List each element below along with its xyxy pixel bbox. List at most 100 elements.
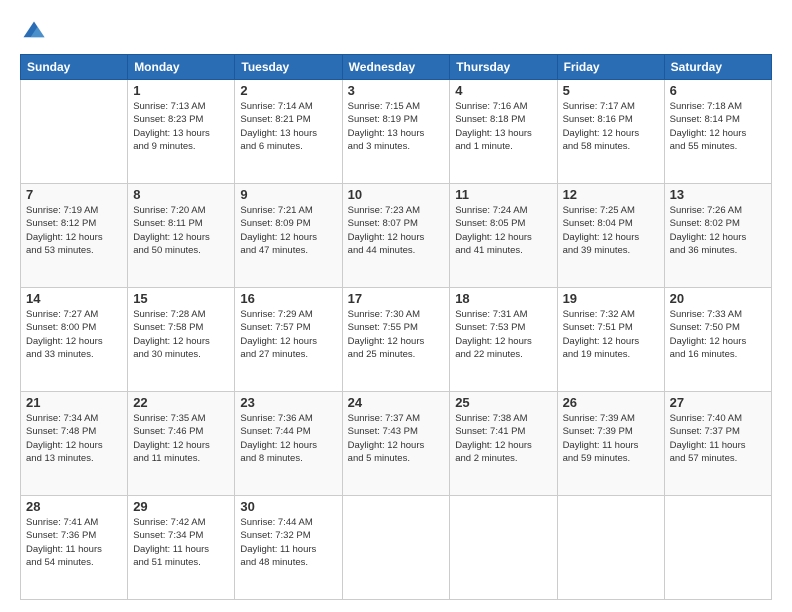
day-number: 29 bbox=[133, 499, 229, 514]
day-number: 1 bbox=[133, 83, 229, 98]
logo bbox=[20, 18, 52, 46]
day-number: 27 bbox=[670, 395, 766, 410]
day-info: Sunrise: 7:39 AM Sunset: 7:39 PM Dayligh… bbox=[563, 412, 659, 465]
calendar-cell: 17 Sunrise: 7:30 AM Sunset: 7:55 PM Dayli… bbox=[342, 288, 450, 392]
day-number: 13 bbox=[670, 187, 766, 202]
day-info: Sunrise: 7:25 AM Sunset: 8:04 PM Dayligh… bbox=[563, 204, 659, 257]
page: SundayMondayTuesdayWednesdayThursdayFrid… bbox=[0, 0, 792, 612]
day-info: Sunrise: 7:17 AM Sunset: 8:16 PM Dayligh… bbox=[563, 100, 659, 153]
day-info: Sunrise: 7:28 AM Sunset: 7:58 PM Dayligh… bbox=[133, 308, 229, 361]
calendar-cell: 28 Sunrise: 7:41 AM Sunset: 7:36 PM Dayli… bbox=[21, 496, 128, 600]
day-number: 25 bbox=[455, 395, 551, 410]
day-info: Sunrise: 7:33 AM Sunset: 7:50 PM Dayligh… bbox=[670, 308, 766, 361]
calendar-cell: 5 Sunrise: 7:17 AM Sunset: 8:16 PM Daylig… bbox=[557, 80, 664, 184]
day-number: 19 bbox=[563, 291, 659, 306]
day-info: Sunrise: 7:26 AM Sunset: 8:02 PM Dayligh… bbox=[670, 204, 766, 257]
day-number: 12 bbox=[563, 187, 659, 202]
calendar-cell: 26 Sunrise: 7:39 AM Sunset: 7:39 PM Dayli… bbox=[557, 392, 664, 496]
day-info: Sunrise: 7:37 AM Sunset: 7:43 PM Dayligh… bbox=[348, 412, 445, 465]
calendar-cell: 12 Sunrise: 7:25 AM Sunset: 8:04 PM Dayli… bbox=[557, 184, 664, 288]
calendar-cell: 4 Sunrise: 7:16 AM Sunset: 8:18 PM Daylig… bbox=[450, 80, 557, 184]
day-info: Sunrise: 7:19 AM Sunset: 8:12 PM Dayligh… bbox=[26, 204, 122, 257]
calendar-cell: 23 Sunrise: 7:36 AM Sunset: 7:44 PM Dayli… bbox=[235, 392, 342, 496]
day-info: Sunrise: 7:13 AM Sunset: 8:23 PM Dayligh… bbox=[133, 100, 229, 153]
calendar-cell bbox=[557, 496, 664, 600]
day-number: 11 bbox=[455, 187, 551, 202]
calendar-cell: 10 Sunrise: 7:23 AM Sunset: 8:07 PM Dayli… bbox=[342, 184, 450, 288]
day-info: Sunrise: 7:44 AM Sunset: 7:32 PM Dayligh… bbox=[240, 516, 336, 569]
day-number: 24 bbox=[348, 395, 445, 410]
day-info: Sunrise: 7:15 AM Sunset: 8:19 PM Dayligh… bbox=[348, 100, 445, 153]
day-header-thursday: Thursday bbox=[450, 55, 557, 80]
calendar: SundayMondayTuesdayWednesdayThursdayFrid… bbox=[20, 54, 772, 600]
day-info: Sunrise: 7:31 AM Sunset: 7:53 PM Dayligh… bbox=[455, 308, 551, 361]
calendar-cell bbox=[664, 496, 771, 600]
day-info: Sunrise: 7:35 AM Sunset: 7:46 PM Dayligh… bbox=[133, 412, 229, 465]
calendar-cell: 7 Sunrise: 7:19 AM Sunset: 8:12 PM Daylig… bbox=[21, 184, 128, 288]
day-header-wednesday: Wednesday bbox=[342, 55, 450, 80]
day-header-tuesday: Tuesday bbox=[235, 55, 342, 80]
day-number: 4 bbox=[455, 83, 551, 98]
day-info: Sunrise: 7:38 AM Sunset: 7:41 PM Dayligh… bbox=[455, 412, 551, 465]
day-info: Sunrise: 7:23 AM Sunset: 8:07 PM Dayligh… bbox=[348, 204, 445, 257]
day-number: 18 bbox=[455, 291, 551, 306]
calendar-cell: 6 Sunrise: 7:18 AM Sunset: 8:14 PM Daylig… bbox=[664, 80, 771, 184]
day-number: 30 bbox=[240, 499, 336, 514]
week-row-3: 21 Sunrise: 7:34 AM Sunset: 7:48 PM Dayli… bbox=[21, 392, 772, 496]
day-number: 23 bbox=[240, 395, 336, 410]
day-header-saturday: Saturday bbox=[664, 55, 771, 80]
day-info: Sunrise: 7:32 AM Sunset: 7:51 PM Dayligh… bbox=[563, 308, 659, 361]
day-info: Sunrise: 7:27 AM Sunset: 8:00 PM Dayligh… bbox=[26, 308, 122, 361]
day-number: 20 bbox=[670, 291, 766, 306]
day-number: 10 bbox=[348, 187, 445, 202]
calendar-cell: 29 Sunrise: 7:42 AM Sunset: 7:34 PM Dayli… bbox=[128, 496, 235, 600]
week-row-1: 7 Sunrise: 7:19 AM Sunset: 8:12 PM Daylig… bbox=[21, 184, 772, 288]
calendar-cell: 3 Sunrise: 7:15 AM Sunset: 8:19 PM Daylig… bbox=[342, 80, 450, 184]
day-number: 5 bbox=[563, 83, 659, 98]
calendar-cell: 22 Sunrise: 7:35 AM Sunset: 7:46 PM Dayli… bbox=[128, 392, 235, 496]
day-number: 14 bbox=[26, 291, 122, 306]
calendar-cell: 16Sunrise: 7:29 AM Sunset: 7:57 PM Dayli… bbox=[235, 288, 342, 392]
calendar-cell: 1 Sunrise: 7:13 AM Sunset: 8:23 PM Daylig… bbox=[128, 80, 235, 184]
calendar-cell bbox=[21, 80, 128, 184]
calendar-cell: 8 Sunrise: 7:20 AM Sunset: 8:11 PM Daylig… bbox=[128, 184, 235, 288]
day-number: 15 bbox=[133, 291, 229, 306]
day-info: Sunrise: 7:24 AM Sunset: 8:05 PM Dayligh… bbox=[455, 204, 551, 257]
day-info: Sunrise: 7:34 AM Sunset: 7:48 PM Dayligh… bbox=[26, 412, 122, 465]
day-number: 28 bbox=[26, 499, 122, 514]
day-number: 17 bbox=[348, 291, 445, 306]
day-number: 3 bbox=[348, 83, 445, 98]
day-number: 6 bbox=[670, 83, 766, 98]
day-number: 7 bbox=[26, 187, 122, 202]
day-number: 8 bbox=[133, 187, 229, 202]
day-number: 9 bbox=[240, 187, 336, 202]
day-header-monday: Monday bbox=[128, 55, 235, 80]
day-info: Sunrise: 7:36 AM Sunset: 7:44 PM Dayligh… bbox=[240, 412, 336, 465]
week-row-4: 28 Sunrise: 7:41 AM Sunset: 7:36 PM Dayli… bbox=[21, 496, 772, 600]
calendar-cell: 19 Sunrise: 7:32 AM Sunset: 7:51 PM Dayli… bbox=[557, 288, 664, 392]
day-info: Sunrise: 7:18 AM Sunset: 8:14 PM Dayligh… bbox=[670, 100, 766, 153]
calendar-cell: 2Sunrise: 7:14 AM Sunset: 8:21 PM Daylig… bbox=[235, 80, 342, 184]
calendar-cell: 14 Sunrise: 7:27 AM Sunset: 8:00 PM Dayli… bbox=[21, 288, 128, 392]
calendar-cell: 25 Sunrise: 7:38 AM Sunset: 7:41 PM Dayli… bbox=[450, 392, 557, 496]
calendar-cell bbox=[342, 496, 450, 600]
day-info: Sunrise: 7:16 AM Sunset: 8:18 PM Dayligh… bbox=[455, 100, 551, 153]
calendar-cell: 21 Sunrise: 7:34 AM Sunset: 7:48 PM Dayli… bbox=[21, 392, 128, 496]
calendar-cell: 9 Sunrise: 7:21 AM Sunset: 8:09 PM Daylig… bbox=[235, 184, 342, 288]
day-info: Sunrise: 7:41 AM Sunset: 7:36 PM Dayligh… bbox=[26, 516, 122, 569]
day-number: 22 bbox=[133, 395, 229, 410]
day-info: Sunrise: 7:20 AM Sunset: 8:11 PM Dayligh… bbox=[133, 204, 229, 257]
day-number: 21 bbox=[26, 395, 122, 410]
calendar-header-row: SundayMondayTuesdayWednesdayThursdayFrid… bbox=[21, 55, 772, 80]
day-info: Sunrise: 7:29 AM Sunset: 7:57 PM Dayligh… bbox=[240, 308, 336, 361]
header bbox=[20, 18, 772, 46]
day-number: 26 bbox=[563, 395, 659, 410]
day-info: Sunrise: 7:42 AM Sunset: 7:34 PM Dayligh… bbox=[133, 516, 229, 569]
day-info: Sunrise: 7:14 AM Sunset: 8:21 PM Dayligh… bbox=[240, 100, 336, 153]
day-info: Sunrise: 7:30 AM Sunset: 7:55 PM Dayligh… bbox=[348, 308, 445, 361]
week-row-0: 1 Sunrise: 7:13 AM Sunset: 8:23 PM Daylig… bbox=[21, 80, 772, 184]
calendar-cell: 15 Sunrise: 7:28 AM Sunset: 7:58 PM Dayli… bbox=[128, 288, 235, 392]
day-info: Sunrise: 7:21 AM Sunset: 8:09 PM Dayligh… bbox=[240, 204, 336, 257]
calendar-cell: 20 Sunrise: 7:33 AM Sunset: 7:50 PM Dayli… bbox=[664, 288, 771, 392]
calendar-cell: 18 Sunrise: 7:31 AM Sunset: 7:53 PM Dayli… bbox=[450, 288, 557, 392]
